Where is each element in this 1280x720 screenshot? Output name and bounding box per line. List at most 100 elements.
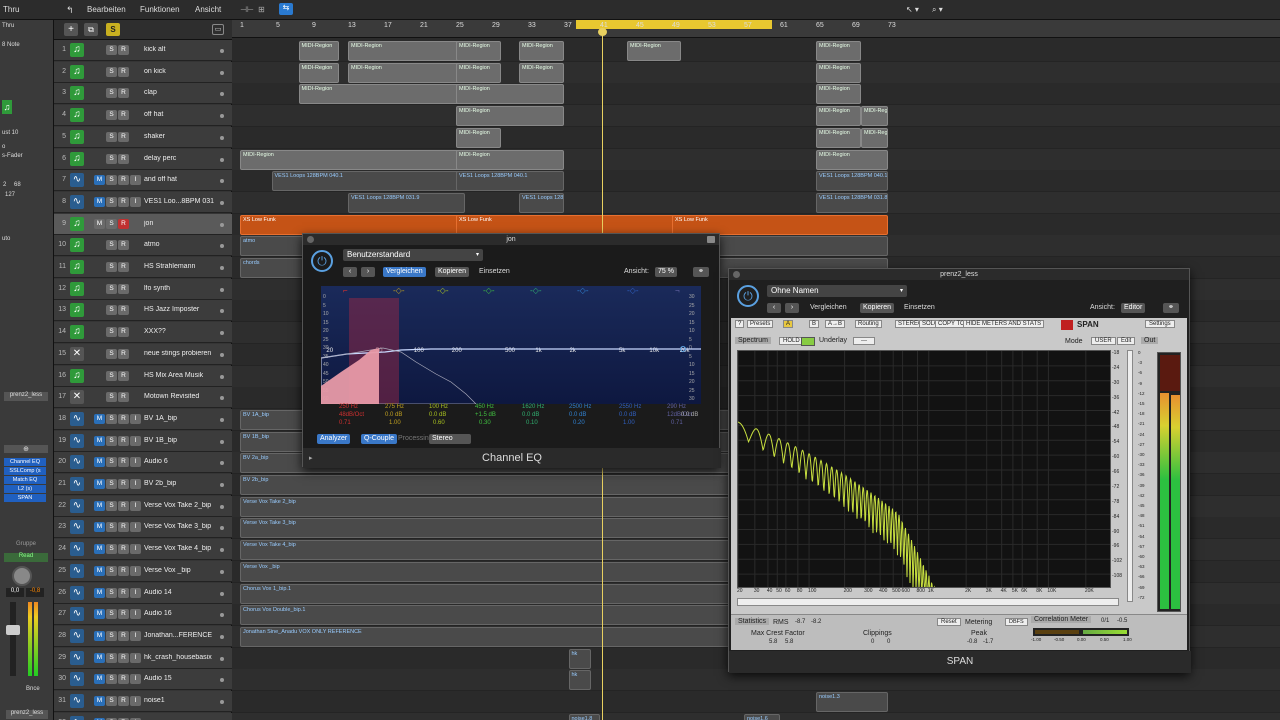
instrument-icon[interactable]: ✕: [70, 390, 84, 405]
record-button[interactable]: R: [118, 45, 129, 55]
track-name[interactable]: HS Mix Area Musik: [144, 372, 224, 379]
track-header[interactable]: 22 ∿ M S R I Verse Vox Take 2_bip: [54, 495, 232, 517]
track-name[interactable]: BV 2b_bip: [144, 480, 224, 487]
link-icon[interactable]: ⊕: [4, 445, 48, 453]
menu-ansicht[interactable]: Ansicht: [195, 5, 221, 14]
solo-button[interactable]: S: [106, 262, 117, 272]
band-q[interactable]: 0.71: [671, 420, 683, 426]
input-monitor-button[interactable]: I: [130, 479, 141, 489]
mute-button[interactable]: M: [94, 457, 105, 468]
mute-button[interactable]: M: [94, 413, 105, 424]
track-header[interactable]: 32∿MSRI: [54, 712, 232, 720]
input-monitor-button[interactable]: I: [130, 500, 141, 511]
region[interactable]: MIDI-Region: [816, 62, 861, 83]
region[interactable]: VES1 Loops 128BPM 031.9: [348, 192, 465, 213]
plugin-slot[interactable]: SPAN: [4, 494, 46, 502]
record-button[interactable]: R: [118, 66, 129, 77]
instrument-icon[interactable]: ♫: [70, 281, 84, 296]
record-button[interactable]: R: [118, 218, 129, 229]
waveform-icon[interactable]: ∿: [70, 411, 84, 426]
instrument-icon[interactable]: ♫: [70, 43, 84, 57]
input-monitor-button[interactable]: I: [130, 522, 141, 533]
record-button[interactable]: R: [118, 652, 129, 663]
power-icon[interactable]: ⏻: [737, 285, 759, 307]
compare-button[interactable]: Vergleichen: [383, 267, 426, 277]
output-gain[interactable]: 0.0 dB: [681, 412, 698, 418]
instrument-icon[interactable]: ♫: [70, 108, 84, 123]
mute-button[interactable]: M: [94, 544, 105, 555]
track-name[interactable]: kick alt: [144, 46, 224, 53]
region[interactable]: XS Low Funk: [240, 214, 465, 235]
record-button[interactable]: R: [118, 131, 129, 142]
track-header[interactable]: 14 ♫ S R XXX??: [54, 322, 232, 344]
snap-icon[interactable]: ⊣⊢: [240, 5, 254, 14]
catch-icon[interactable]: ⇆: [279, 3, 293, 15]
region[interactable]: MIDI-Region: [861, 106, 888, 127]
span-toolbar-button[interactable]: ?: [735, 320, 745, 328]
record-button[interactable]: R: [118, 175, 129, 186]
region[interactable]: noise1.8: [568, 713, 600, 720]
region[interactable]: noise1.3: [816, 692, 888, 712]
track-header[interactable]: 9 ♫ M S Rjon: [54, 213, 232, 235]
hold-button[interactable]: HOLD: [779, 337, 804, 345]
mute-button[interactable]: M: [94, 500, 105, 511]
band-q[interactable]: 0.71: [339, 420, 351, 426]
record-button[interactable]: R: [118, 457, 129, 468]
track-header[interactable]: 2 ♫ S Ron kick: [54, 61, 232, 83]
input-monitor-button[interactable]: I: [130, 457, 141, 468]
instrument-icon[interactable]: ♫: [70, 303, 84, 318]
waveform-icon[interactable]: ∿: [70, 715, 84, 720]
span-toolbar-button[interactable]: Presets: [747, 320, 774, 328]
record-button[interactable]: R: [118, 240, 129, 251]
solo-button[interactable]: S: [106, 348, 117, 359]
waveform-icon[interactable]: ∿: [70, 672, 84, 687]
out-tab[interactable]: Out: [1141, 337, 1159, 344]
region[interactable]: MIDI-Region: [298, 41, 339, 61]
region[interactable]: VES1 Loops 128BPM 040.1: [816, 171, 888, 192]
region[interactable]: VES1 Loops 128BPM 040.1: [271, 171, 465, 192]
region[interactable]: MIDI-Region: [348, 41, 465, 61]
instrument-icon[interactable]: ♫: [70, 64, 84, 79]
band-gain[interactable]: 0.0 dB: [569, 412, 586, 418]
region[interactable]: MIDI-Region: [816, 84, 861, 105]
track-header[interactable]: 6 ♫ S Rdelay perc: [54, 148, 232, 170]
region[interactable]: MIDI-Region: [240, 149, 465, 170]
solo-button[interactable]: S: [106, 392, 117, 403]
track-header[interactable]: 8 ∿ M S R I VES1 Loo...8BPM 031: [54, 191, 232, 213]
record-button[interactable]: R: [118, 305, 129, 316]
close-window-icon[interactable]: [307, 236, 314, 243]
track-name[interactable]: delay perc: [144, 155, 224, 162]
record-button[interactable]: R: [118, 370, 129, 381]
bounce-label[interactable]: Bnce: [26, 686, 40, 692]
track-name[interactable]: on kick: [144, 68, 224, 75]
instrument-icon[interactable]: ♫: [70, 238, 84, 253]
region[interactable]: MIDI-Region: [519, 62, 564, 83]
waveform-icon[interactable]: ∿: [70, 455, 84, 470]
track-header[interactable]: 26 ∿ M S R I Audio 14: [54, 582, 232, 604]
solo-button[interactable]: S: [106, 175, 117, 186]
bar-ruler[interactable]: 1 5 9 13 17 21 25 29 33 37 41 45 49 53 57 61 65 69 73: [232, 20, 1280, 38]
solo-button[interactable]: S: [106, 131, 117, 142]
global-solo-button[interactable]: S: [106, 23, 120, 36]
solo-button[interactable]: S: [106, 500, 117, 511]
copy-button[interactable]: Kopieren: [860, 303, 895, 313]
track-name[interactable]: noise1: [144, 697, 224, 704]
record-button[interactable]: R: [118, 327, 129, 338]
instrument-icon[interactable]: ♫: [70, 129, 84, 144]
band-frequency[interactable]: 290 Hz: [667, 404, 686, 410]
track-name[interactable]: Verse Vox Take 2_bip: [144, 502, 224, 509]
track-name[interactable]: BV 1B_bip: [144, 437, 224, 444]
track-name[interactable]: Verse Vox Take 3_bip: [144, 523, 224, 530]
record-button[interactable]: R: [118, 565, 129, 576]
record-button[interactable]: R: [118, 88, 129, 99]
menu-funktionen[interactable]: Funktionen: [140, 5, 180, 14]
span-toolbar-button[interactable]: HIDE METERS AND STATS: [963, 320, 1045, 328]
track-header[interactable]: 20 ∿ M S R I Audio 6: [54, 452, 232, 474]
q-couple-button[interactable]: Q-Couple: [361, 434, 397, 444]
input-monitor-button[interactable]: I: [130, 587, 141, 598]
track-name[interactable]: shaker: [144, 133, 224, 140]
record-button[interactable]: R: [118, 674, 129, 685]
solo-button[interactable]: S: [106, 283, 117, 294]
track-header[interactable]: 16 ♫ S R HS Mix Area Musik: [54, 365, 232, 387]
edit-button[interactable]: Edit: [1117, 337, 1136, 345]
